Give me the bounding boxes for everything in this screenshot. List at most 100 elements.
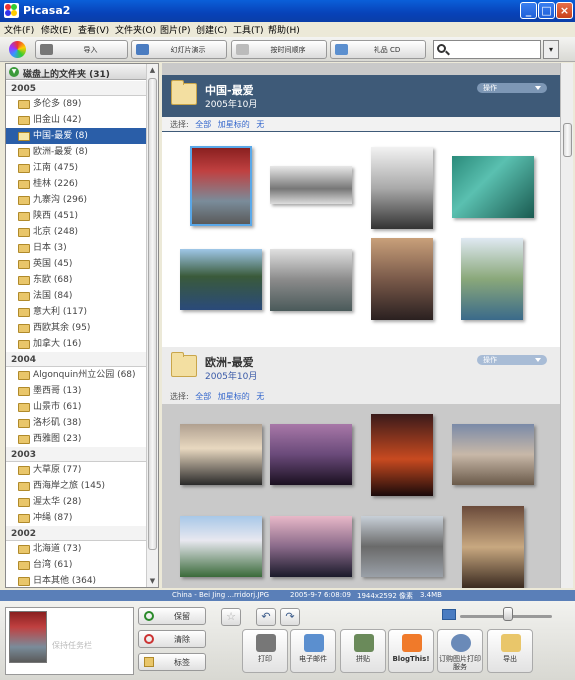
- zoom-slider-knob[interactable]: [503, 607, 513, 621]
- folder-item[interactable]: 法国 (84): [6, 288, 147, 304]
- scrollbar-thumb[interactable]: [148, 78, 157, 550]
- year-header[interactable]: 2005: [6, 81, 147, 96]
- photo-thumbnail[interactable]: [270, 424, 352, 485]
- folder-item[interactable]: 欧洲-最爱 (8): [6, 144, 147, 160]
- close-button[interactable]: ×: [556, 2, 573, 19]
- folder-item[interactable]: 英国 (45): [6, 256, 147, 272]
- photo-thumbnail[interactable]: [180, 516, 262, 577]
- email-button[interactable]: 电子邮件: [290, 629, 336, 673]
- year-header[interactable]: 2004: [6, 352, 147, 367]
- folder-item[interactable]: 洛杉矶 (38): [6, 415, 147, 431]
- folder-item[interactable]: 西海岸之旅 (145): [6, 478, 147, 494]
- folder-item[interactable]: 西欧其余 (95): [6, 320, 147, 336]
- folder-item[interactable]: 渥太华 (28): [6, 494, 147, 510]
- export-button[interactable]: 导出: [487, 629, 533, 673]
- rotate-left-button[interactable]: ↶: [256, 608, 276, 626]
- photo-thumbnail[interactable]: [180, 424, 262, 485]
- folder-icon: [18, 561, 30, 570]
- scroll-down-icon[interactable]: ▼: [147, 575, 158, 587]
- menu-create[interactable]: 创建(C): [196, 23, 227, 36]
- folder-item[interactable]: 江南 (475): [6, 160, 147, 176]
- import-button[interactable]: 导入: [35, 40, 128, 59]
- folder-icon: [18, 371, 30, 380]
- photo-thumbnail[interactable]: [180, 249, 262, 310]
- photo-thumbnail[interactable]: [270, 249, 352, 311]
- sidebar-scrollbar[interactable]: ▲ ▼: [146, 64, 158, 587]
- select-starred-link[interactable]: 加星标的: [218, 392, 250, 401]
- photo-thumbnail[interactable]: [190, 146, 252, 226]
- select-all-link[interactable]: 全部: [195, 120, 211, 129]
- album-actions-button[interactable]: 操作: [477, 355, 547, 365]
- star-button[interactable]: ☆: [221, 608, 241, 626]
- photo-thumbnail[interactable]: [371, 414, 433, 496]
- folder-item[interactable]: 旧金山 (42): [6, 112, 147, 128]
- folder-item[interactable]: 日本其他 (364): [6, 573, 147, 587]
- photo-thumbnail[interactable]: [270, 166, 352, 204]
- search-input[interactable]: [433, 40, 541, 59]
- menu-help[interactable]: 帮助(H): [268, 23, 300, 36]
- folder-item[interactable]: 大草原 (77): [6, 462, 147, 478]
- folder-list: 2005 多伦多 (89) 旧金山 (42) 中国-最爱 (8) 欧洲-最爱 (8) 江南…: [6, 81, 147, 587]
- select-starred-link[interactable]: 加星标的: [218, 120, 250, 129]
- menu-tools[interactable]: 工具(T): [233, 23, 264, 36]
- folder-item[interactable]: 九寨沟 (296): [6, 192, 147, 208]
- menu-file[interactable]: 文件(F): [4, 23, 34, 36]
- print-button[interactable]: 打印: [242, 629, 288, 673]
- collapse-toggle-icon[interactable]: ▼: [9, 67, 19, 77]
- folder-item[interactable]: 多伦多 (89): [6, 96, 147, 112]
- folder-item[interactable]: 冲绳 (87): [6, 510, 147, 526]
- scrollbar-thumb[interactable]: [563, 123, 572, 157]
- folder-item[interactable]: 东欧 (68): [6, 272, 147, 288]
- menu-picture[interactable]: 图片(P): [160, 23, 190, 36]
- year-header[interactable]: 2002: [6, 526, 147, 541]
- year-header[interactable]: 2003: [6, 447, 147, 462]
- hold-button[interactable]: 保留: [138, 607, 206, 625]
- photo-thumbnail[interactable]: [361, 516, 443, 577]
- folder-item[interactable]: 北海道 (73): [6, 541, 147, 557]
- clear-button[interactable]: 清除: [138, 630, 206, 648]
- sidebar-header[interactable]: ▼ 磁盘上的文件夹 (31): [6, 64, 147, 80]
- folder-item[interactable]: 北京 (248): [6, 224, 147, 240]
- select-all-link[interactable]: 全部: [195, 392, 211, 401]
- folder-item[interactable]: 桂林 (226): [6, 176, 147, 192]
- folder-item[interactable]: 山景市 (61): [6, 399, 147, 415]
- album-actions-button[interactable]: 操作: [477, 83, 547, 93]
- photo-thumbnail[interactable]: [371, 238, 433, 320]
- folder-item[interactable]: 中国-最爱 (8): [6, 128, 147, 144]
- minimize-button[interactable]: _: [520, 2, 537, 19]
- timeline-button[interactable]: 按时间顺序: [231, 40, 327, 59]
- menu-view[interactable]: 查看(V): [78, 23, 109, 36]
- folder-item[interactable]: 日本 (3): [6, 240, 147, 256]
- photo-thumbnail[interactable]: [461, 238, 523, 320]
- select-none-link[interactable]: 无: [256, 392, 264, 401]
- blogthis-button[interactable]: BlogThis!: [388, 629, 434, 673]
- main-scrollbar[interactable]: [560, 63, 573, 588]
- folder-item[interactable]: 台湾 (61): [6, 557, 147, 573]
- slideshow-icon: [136, 44, 149, 55]
- folder-item[interactable]: 西雅图 (23): [6, 431, 147, 447]
- maximize-button[interactable]: □: [538, 2, 555, 19]
- label-button[interactable]: 标签: [138, 653, 206, 671]
- photo-thumbnail[interactable]: [270, 516, 352, 577]
- folder-item[interactable]: 墨西哥 (13): [6, 383, 147, 399]
- scroll-up-icon[interactable]: ▲: [147, 64, 158, 76]
- folder-item[interactable]: 加拿大 (16): [6, 336, 147, 352]
- tray-thumbnail[interactable]: [9, 611, 47, 663]
- folder-item[interactable]: 意大利 (117): [6, 304, 147, 320]
- slideshow-button[interactable]: 幻灯片演示: [131, 40, 227, 59]
- rotate-right-button[interactable]: ↷: [280, 608, 300, 626]
- menu-edit[interactable]: 修改(E): [41, 23, 72, 36]
- collage-button[interactable]: 拼贴: [340, 629, 386, 673]
- photo-thumbnail[interactable]: [462, 506, 524, 588]
- folder-item[interactable]: Algonquin州立公园 (68): [6, 367, 147, 383]
- order-prints-button[interactable]: 订购图片打印服务: [437, 629, 483, 673]
- photo-thumbnail[interactable]: [452, 424, 534, 485]
- select-none-link[interactable]: 无: [256, 120, 264, 129]
- photo-thumbnail[interactable]: [371, 147, 433, 229]
- folder-item[interactable]: 陕西 (451): [6, 208, 147, 224]
- photo-thumbnail[interactable]: [452, 156, 534, 218]
- search-dropdown-button[interactable]: ▾: [543, 40, 559, 59]
- menu-folder[interactable]: 文件夹(O): [115, 23, 156, 36]
- folder-icon: [18, 244, 30, 253]
- gift-cd-button[interactable]: 礼品 CD: [330, 40, 426, 59]
